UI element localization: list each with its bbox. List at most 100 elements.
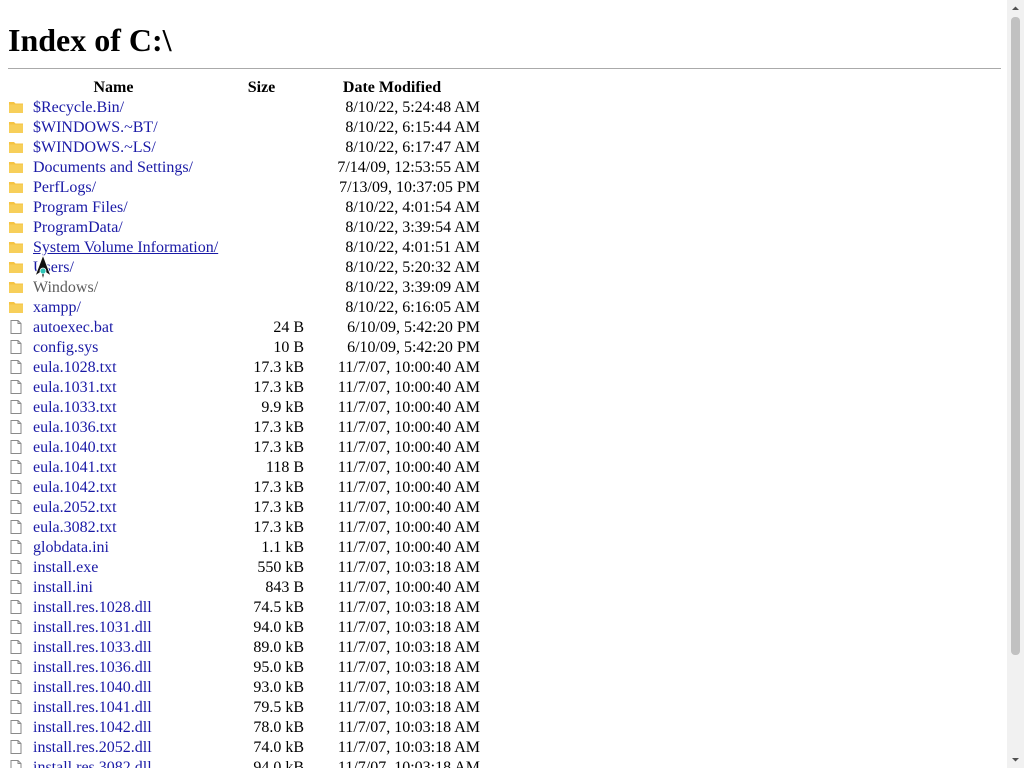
file-icon: [8, 519, 24, 535]
file-link[interactable]: eula.1036.txt: [33, 419, 117, 436]
file-name-cell: install.res.1031.dll: [8, 618, 219, 638]
date-modified-cell: 11/7/07, 10:03:18 AM: [337, 619, 480, 636]
file-link[interactable]: eula.3082.txt: [33, 519, 117, 536]
file-link[interactable]: eula.1042.txt: [33, 479, 117, 496]
file-name-cell: install.res.1036.dll: [8, 658, 219, 678]
folder-link[interactable]: Program Files/: [33, 199, 128, 216]
table-row: eula.1031.txt 17.3 kB 11/7/07, 10:00:40 AM: [8, 378, 480, 398]
file-link[interactable]: install.res.1036.dll: [33, 659, 152, 676]
table-row: Documents and Settings/7/14/09, 12:53:55…: [8, 158, 480, 178]
file-link[interactable]: eula.2052.txt: [33, 499, 117, 516]
table-row: globdata.ini 1.1 kB 11/7/07, 10:00:40 AM: [8, 538, 480, 558]
folder-link[interactable]: PerfLogs/: [33, 179, 96, 196]
folder-link[interactable]: System Volume Information/: [33, 239, 218, 256]
date-modified-cell: 11/7/07, 10:03:18 AM: [337, 659, 480, 676]
table-row: PerfLogs/7/13/09, 10:37:05 PM: [8, 178, 480, 198]
file-size-cell: [219, 118, 304, 138]
scroll-down-arrow-icon[interactable]: [1007, 751, 1024, 768]
file-link[interactable]: install.exe: [33, 559, 98, 576]
vertical-scrollbar[interactable]: [1007, 0, 1024, 768]
column-header-name[interactable]: Name: [8, 78, 219, 98]
file-icon: [8, 739, 24, 755]
date-modified-cell: 8/10/22, 5:24:48 AM: [345, 99, 480, 116]
file-name-cell: install.res.2052.dll: [8, 738, 219, 758]
file-size-cell: [219, 138, 304, 158]
file-size-cell: 74.0 kB: [253, 739, 304, 756]
page-title: Index of C:\: [8, 22, 172, 58]
file-size-cell: 9.9 kB: [261, 399, 304, 416]
file-link[interactable]: eula.1040.txt: [33, 439, 117, 456]
file-link[interactable]: install.res.2052.dll: [33, 739, 152, 756]
date-modified-cell: 11/7/07, 10:00:40 AM: [337, 379, 480, 396]
folder-link[interactable]: Users/: [33, 259, 74, 276]
file-icon: [8, 459, 24, 475]
file-name-cell: install.res.1042.dll: [8, 718, 219, 738]
date-modified-cell: 8/10/22, 6:16:05 AM: [345, 299, 480, 316]
folder-link[interactable]: $Recycle.Bin/: [33, 99, 124, 116]
table-row: install.res.2052.dll 74.0 kB 11/7/07, 10:0…: [8, 738, 480, 758]
file-size-cell: [219, 258, 304, 278]
file-icon: [8, 719, 24, 735]
table-row: install.res.1042.dll 78.0 kB 11/7/07, 10:0…: [8, 718, 480, 738]
date-modified-cell: 8/10/22, 3:39:54 AM: [345, 219, 480, 236]
file-icon: [8, 679, 24, 695]
file-name-cell: $Recycle.Bin/: [8, 98, 219, 118]
file-size-cell: 17.3 kB: [253, 519, 304, 536]
file-link[interactable]: install.ini: [33, 579, 93, 596]
folder-link[interactable]: Documents and Settings/: [33, 159, 193, 176]
folder-icon: [8, 219, 24, 235]
file-link[interactable]: eula.1033.txt: [33, 399, 117, 416]
file-link[interactable]: install.res.1031.dll: [33, 619, 152, 636]
file-link[interactable]: install.res.1033.dll: [33, 639, 152, 656]
folder-icon: [8, 99, 24, 115]
file-link[interactable]: eula.1041.txt: [33, 459, 117, 476]
file-icon: [8, 639, 24, 655]
column-header-date-modified[interactable]: Date Modified: [304, 78, 480, 98]
file-link[interactable]: globdata.ini: [33, 539, 109, 556]
file-link[interactable]: install.res.1028.dll: [33, 599, 152, 616]
scrollbar-thumb[interactable]: [1011, 17, 1020, 655]
folder-link[interactable]: xampp/: [33, 299, 81, 316]
table-row: System Volume Information/8/10/22, 4:01:…: [8, 238, 480, 258]
file-table-body: $Recycle.Bin/8/10/22, 5:24:48 AM $WINDOWS…: [8, 98, 480, 768]
file-name-cell: eula.1042.txt: [8, 478, 219, 498]
file-name-cell: $WINDOWS.~LS/: [8, 138, 219, 158]
column-header-size[interactable]: Size: [219, 78, 304, 98]
file-size-cell: [219, 158, 304, 178]
file-link[interactable]: config.sys: [33, 339, 98, 356]
file-name-cell: $WINDOWS.~BT/: [8, 118, 219, 138]
date-modified-cell: 11/7/07, 10:00:40 AM: [337, 359, 480, 376]
file-size-cell: [219, 98, 304, 118]
file-icon: [8, 619, 24, 635]
file-name-cell: install.res.1041.dll: [8, 698, 219, 718]
file-size-cell: [219, 238, 304, 258]
file-link[interactable]: eula.1028.txt: [33, 359, 117, 376]
date-modified-cell: 8/10/22, 6:15:44 AM: [345, 119, 480, 136]
file-size-cell: 94.0 kB: [253, 759, 304, 768]
folder-icon: [8, 139, 24, 155]
date-modified-cell: 6/10/09, 5:42:20 PM: [347, 319, 480, 336]
file-link[interactable]: autoexec.bat: [33, 319, 113, 336]
file-link[interactable]: install.res.1040.dll: [33, 679, 152, 696]
file-name-cell: install.res.1033.dll: [8, 638, 219, 658]
file-link[interactable]: install.res.1041.dll: [33, 699, 152, 716]
file-link[interactable]: install.res.1042.dll: [33, 719, 152, 736]
scroll-up-arrow-icon[interactable]: [1007, 0, 1024, 17]
file-name-cell: Windows/: [8, 278, 219, 298]
table-row: eula.1028.txt 17.3 kB 11/7/07, 10:00:40 AM: [8, 358, 480, 378]
folder-link[interactable]: ProgramData/: [33, 219, 123, 236]
file-size-cell: 89.0 kB: [253, 639, 304, 656]
file-name-cell: eula.1040.txt: [8, 438, 219, 458]
file-size-cell: [219, 218, 304, 238]
folder-link[interactable]: $WINDOWS.~BT/: [33, 119, 158, 136]
folder-link[interactable]: Windows/: [33, 279, 98, 296]
file-link[interactable]: install.res.3082.dll: [33, 759, 152, 768]
directory-listing-page: Index of C:\ Name Size Date Modified $Re…: [8, 0, 1001, 768]
table-row: config.sys 10 B 6/10/09, 5:42:20 PM: [8, 338, 480, 358]
file-size-cell: 17.3 kB: [253, 379, 304, 396]
file-name-cell: globdata.ini: [8, 538, 219, 558]
file-link[interactable]: eula.1031.txt: [33, 379, 117, 396]
folder-link[interactable]: $WINDOWS.~LS/: [33, 139, 156, 156]
date-modified-cell: 11/7/07, 10:00:40 AM: [337, 499, 480, 516]
table-row: eula.1036.txt 17.3 kB 11/7/07, 10:00:40 AM: [8, 418, 480, 438]
